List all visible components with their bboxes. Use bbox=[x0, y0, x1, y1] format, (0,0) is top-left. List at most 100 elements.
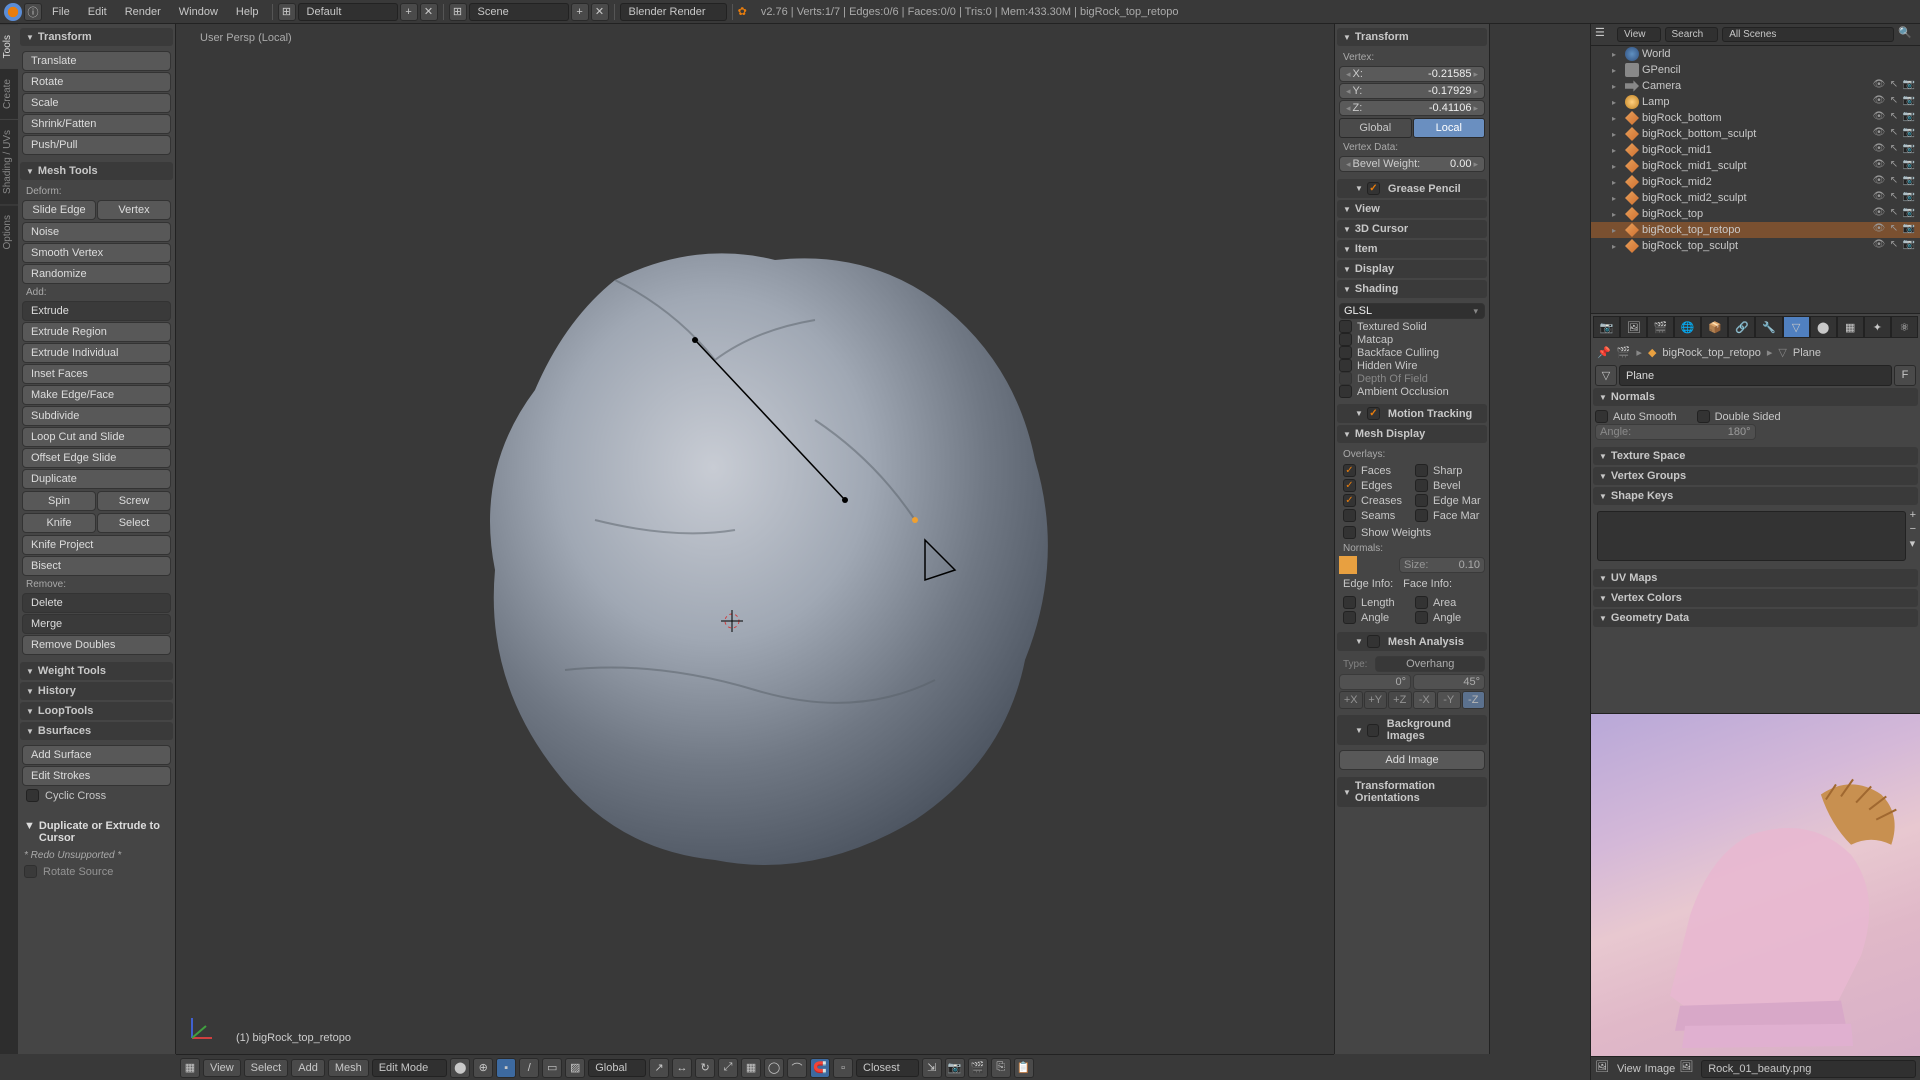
restrict-select-icon[interactable]: ↖ bbox=[1887, 79, 1901, 93]
editor-type-icon[interactable]: ▦ bbox=[180, 1058, 200, 1078]
restrict-render-icon[interactable]: 📷 bbox=[1902, 95, 1916, 109]
scene-remove-icon[interactable]: ✕ bbox=[591, 3, 609, 21]
occlude-geometry-icon[interactable]: ▨ bbox=[565, 1058, 585, 1078]
extrude-individual-button[interactable]: Extrude Individual bbox=[22, 343, 171, 363]
knife-button[interactable]: Knife bbox=[22, 513, 96, 533]
outliner-item-name[interactable]: bigRock_top_sculpt bbox=[1642, 240, 1869, 252]
restrict-render-icon[interactable]: 📷 bbox=[1902, 111, 1916, 125]
loop-cut-button[interactable]: Loop Cut and Slide bbox=[22, 427, 171, 447]
restrict-select-icon[interactable]: ↖ bbox=[1887, 175, 1901, 189]
menu-help[interactable]: Help bbox=[228, 4, 267, 20]
tooltab-tools[interactable]: Tools bbox=[0, 24, 18, 68]
menu-render[interactable]: Render bbox=[117, 4, 169, 20]
manip-rotate-icon[interactable]: ↻ bbox=[695, 1058, 715, 1078]
restrict-view-icon[interactable]: 👁 bbox=[1872, 127, 1886, 141]
face-area-checkbox[interactable] bbox=[1415, 596, 1428, 609]
randomize-button[interactable]: Randomize bbox=[22, 264, 171, 284]
translate-button[interactable]: Translate bbox=[22, 51, 171, 71]
analysis-max-field[interactable]: 45° bbox=[1413, 674, 1485, 690]
edges-checkbox[interactable] bbox=[1343, 479, 1356, 492]
restrict-view-icon[interactable]: 👁 bbox=[1872, 111, 1886, 125]
outliner-item-name[interactable]: bigRock_mid1_sculpt bbox=[1642, 160, 1869, 172]
double-sided-checkbox[interactable] bbox=[1697, 410, 1710, 423]
outliner-item-name[interactable]: bigRock_bottom_sculpt bbox=[1642, 128, 1869, 140]
expand-icon[interactable]: ▸ bbox=[1612, 226, 1622, 235]
prop-tab-world[interactable]: 🌐 bbox=[1674, 316, 1701, 338]
analysis-type-selector[interactable]: Overhang bbox=[1375, 656, 1485, 672]
outliner-item-name[interactable]: GPencil bbox=[1642, 64, 1916, 76]
tooltab-create[interactable]: Create bbox=[0, 68, 18, 119]
outliner-view-menu[interactable]: View bbox=[1617, 27, 1661, 42]
tooltab-shading[interactable]: Shading / UVs bbox=[0, 119, 18, 204]
edge-length-checkbox[interactable] bbox=[1343, 596, 1356, 609]
slide-edge-button[interactable]: Slide Edge bbox=[22, 200, 96, 220]
outliner-row-bigRock_mid1[interactable]: ▸bigRock_mid1👁↖📷 bbox=[1591, 142, 1920, 158]
scene-browse-icon[interactable]: ⊞ bbox=[449, 3, 467, 21]
expand-icon[interactable]: ▸ bbox=[1612, 210, 1622, 219]
vertex-y-field[interactable]: ◂Y:-0.17929▸ bbox=[1339, 83, 1485, 99]
inset-faces-button[interactable]: Inset Faces bbox=[22, 364, 171, 384]
header-mesh-menu[interactable]: Mesh bbox=[328, 1059, 369, 1077]
prop-tab-texture[interactable]: ▦ bbox=[1837, 316, 1864, 338]
prop-tab-data[interactable]: ▽ bbox=[1783, 316, 1810, 338]
expand-icon[interactable]: ▸ bbox=[1612, 194, 1622, 203]
restrict-view-icon[interactable]: 👁 bbox=[1872, 223, 1886, 237]
expand-icon[interactable]: ▸ bbox=[1612, 114, 1622, 123]
restrict-select-icon[interactable]: ↖ bbox=[1887, 111, 1901, 125]
outliner-item-name[interactable]: Lamp bbox=[1642, 96, 1869, 108]
outliner-filter-selector[interactable]: All Scenes bbox=[1722, 27, 1894, 42]
expand-icon[interactable]: ▸ bbox=[1612, 242, 1622, 251]
layers-icon[interactable]: ▦ bbox=[741, 1058, 761, 1078]
normals-size-field[interactable]: Size:0.10 bbox=[1399, 557, 1485, 573]
prop-tab-render-layers[interactable]: 🖼 bbox=[1620, 316, 1647, 338]
image-editor-type-icon[interactable]: 🖼 bbox=[1595, 1060, 1613, 1078]
npanel-item[interactable]: Item bbox=[1337, 240, 1487, 258]
restrict-select-icon[interactable]: ↖ bbox=[1887, 191, 1901, 205]
image-name-selector[interactable]: Rock_01_beauty.png bbox=[1701, 1060, 1916, 1078]
restrict-render-icon[interactable]: 📷 bbox=[1902, 223, 1916, 237]
panel-looptools[interactable]: LoopTools bbox=[20, 702, 173, 720]
outliner-item-name[interactable]: bigRock_mid2 bbox=[1642, 176, 1869, 188]
restrict-select-icon[interactable]: ↖ bbox=[1887, 127, 1901, 141]
restrict-render-icon[interactable]: 📷 bbox=[1902, 127, 1916, 141]
npanel-3d-cursor[interactable]: 3D Cursor bbox=[1337, 220, 1487, 238]
space-local-toggle[interactable]: Local bbox=[1413, 118, 1486, 138]
show-weights-checkbox[interactable] bbox=[1343, 526, 1356, 539]
props-vertex-groups-panel[interactable]: Vertex Groups bbox=[1593, 467, 1918, 485]
props-uv-maps-panel[interactable]: UV Maps bbox=[1593, 569, 1918, 587]
creases-checkbox[interactable] bbox=[1343, 494, 1356, 507]
outliner-row-World[interactable]: ▸World bbox=[1591, 46, 1920, 62]
textured-solid-checkbox[interactable] bbox=[1339, 320, 1352, 333]
axis-pos-y[interactable]: +Y bbox=[1364, 691, 1388, 709]
npanel-bg-images[interactable]: Background Images bbox=[1337, 715, 1487, 745]
expand-icon[interactable]: ▸ bbox=[1612, 82, 1622, 91]
face-select-mode-icon[interactable]: ▭ bbox=[542, 1058, 562, 1078]
panel-transform[interactable]: Transform bbox=[20, 28, 173, 46]
duplicate-button[interactable]: Duplicate bbox=[22, 469, 171, 489]
data-browse-icon[interactable]: ▽ bbox=[1595, 365, 1617, 386]
edge-select-mode-icon[interactable]: / bbox=[519, 1058, 539, 1078]
face-angle-checkbox[interactable] bbox=[1415, 611, 1428, 624]
restrict-render-icon[interactable]: 📷 bbox=[1902, 175, 1916, 189]
panel-bsurfaces[interactable]: Bsurfaces bbox=[20, 722, 173, 740]
info-editor-icon[interactable]: ⓘ bbox=[24, 3, 42, 21]
remove-doubles-button[interactable]: Remove Doubles bbox=[22, 635, 171, 655]
panel-weight-tools[interactable]: Weight Tools bbox=[20, 662, 173, 680]
scene-add-icon[interactable]: + bbox=[571, 3, 589, 21]
render-preview-icon[interactable]: 📷 bbox=[945, 1058, 965, 1078]
pin-icon[interactable]: 📌 bbox=[1597, 346, 1611, 359]
prop-tab-render[interactable]: 📷 bbox=[1593, 316, 1620, 338]
layout-remove-icon[interactable]: ✕ bbox=[420, 3, 438, 21]
prop-tab-scene[interactable]: 🎬 bbox=[1647, 316, 1674, 338]
restrict-select-icon[interactable]: ↖ bbox=[1887, 143, 1901, 157]
pivot-icon[interactable]: ⊕ bbox=[473, 1058, 493, 1078]
make-edge-face-button[interactable]: Make Edge/Face bbox=[22, 385, 171, 405]
3d-viewport[interactable]: User Persp (Local) (1) bigRock_top_ bbox=[176, 24, 1334, 1054]
restrict-view-icon[interactable]: 👁 bbox=[1872, 207, 1886, 221]
image-canvas[interactable] bbox=[1591, 714, 1920, 1056]
outliner-row-GPencil[interactable]: ▸GPencil bbox=[1591, 62, 1920, 78]
layout-browse-icon[interactable]: ⊞ bbox=[278, 3, 296, 21]
manip-translate-icon[interactable]: ↔ bbox=[672, 1058, 692, 1078]
paste-mesh-icon[interactable]: 📋 bbox=[1014, 1058, 1034, 1078]
header-select-menu[interactable]: Select bbox=[244, 1059, 289, 1077]
